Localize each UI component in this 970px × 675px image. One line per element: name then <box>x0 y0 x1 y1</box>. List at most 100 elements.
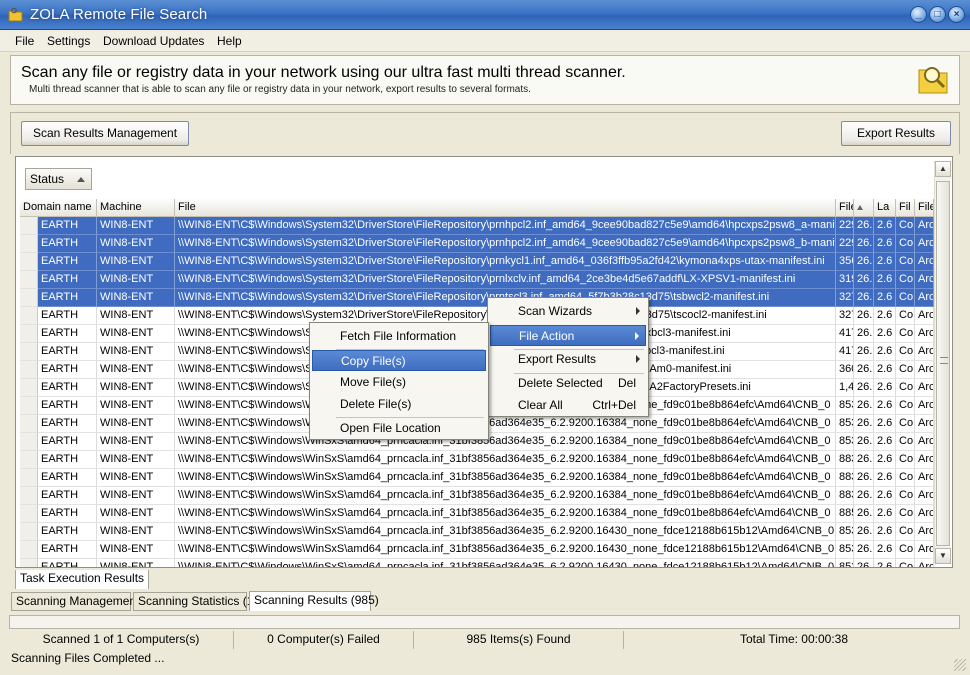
cell-domain: EARTH <box>38 289 97 307</box>
group-by-status-button[interactable]: Status <box>25 168 92 190</box>
cell-last: 2.6 <box>874 541 896 559</box>
cell-fil: Co <box>896 559 915 567</box>
cell-domain: EARTH <box>38 487 97 505</box>
menu-file[interactable]: File <box>15 34 34 48</box>
cell-file: \\WIN8-ENT\C$\Windows\System32\DriverSto… <box>175 271 836 289</box>
close-button[interactable]: × <box>948 6 965 23</box>
export-results-button[interactable]: Export Results <box>841 121 951 146</box>
cell-machine: WIN8-ENT <box>97 289 175 307</box>
row-indicator[interactable] <box>20 343 38 361</box>
scroll-up-icon[interactable]: ▲ <box>935 161 951 177</box>
row-indicator[interactable] <box>20 541 38 559</box>
resize-grip-icon[interactable] <box>954 659 966 671</box>
row-indicator[interactable] <box>20 415 38 433</box>
menu-item-copy-files[interactable]: Copy File(s) <box>312 350 486 371</box>
row-indicator[interactable] <box>20 253 38 271</box>
column-header-file[interactable]: File <box>175 199 836 217</box>
table-row[interactable]: EARTHWIN8-ENT\\WIN8-ENT\C$\Windows\WinSx… <box>20 523 934 541</box>
cell-last: 2.6 <box>874 307 896 325</box>
row-indicator[interactable] <box>20 469 38 487</box>
row-indicator[interactable] <box>20 235 38 253</box>
cell-domain: EARTH <box>38 379 97 397</box>
cell-last: 2.6 <box>874 253 896 271</box>
table-row[interactable]: EARTHWIN8-ENT\\WIN8-ENT\C$\Windows\WinSx… <box>20 541 934 559</box>
menu-item-delete-selected[interactable]: Delete Selected Del <box>490 373 646 394</box>
cell-domain: EARTH <box>38 559 97 567</box>
table-row[interactable]: EARTHWIN8-ENT\\WIN8-ENT\C$\Windows\Syste… <box>20 235 934 253</box>
maximize-button[interactable]: □ <box>929 6 946 23</box>
column-header-file-attr[interactable]: File <box>915 199 934 217</box>
vertical-scrollbar[interactable]: ▲ ▼ <box>934 161 951 564</box>
minimize-button[interactable]: _ <box>910 6 927 23</box>
cell-fil: Co <box>896 523 915 541</box>
scan-results-management-button[interactable]: Scan Results Management <box>21 121 189 146</box>
cell-machine: WIN8-ENT <box>97 487 175 505</box>
cell-last: 2.6 <box>874 343 896 361</box>
row-indicator[interactable] <box>20 523 38 541</box>
cell-size: 853 <box>836 415 854 433</box>
row-indicator[interactable] <box>20 451 38 469</box>
cell-created: 26. <box>854 271 874 289</box>
column-header-last[interactable]: La <box>874 199 896 217</box>
row-indicator[interactable] <box>20 217 38 235</box>
scroll-thumb[interactable] <box>936 181 950 546</box>
menu-help[interactable]: Help <box>217 34 242 48</box>
table-row[interactable]: EARTHWIN8-ENT\\WIN8-ENT\C$\Windows\Syste… <box>20 271 934 289</box>
column-header-file-size[interactable]: File <box>836 199 854 217</box>
row-indicator[interactable] <box>20 361 38 379</box>
tab-scanning-statistics[interactable]: Scanning Statistics (1) <box>133 592 257 611</box>
row-indicator[interactable] <box>20 271 38 289</box>
menu-item-delete-files[interactable]: Delete File(s) <box>312 394 486 415</box>
table-row[interactable]: EARTHWIN8-ENT\\WIN8-ENT\C$\Windows\WinSx… <box>20 451 934 469</box>
cell-attr: Arc <box>915 343 934 361</box>
table-row[interactable]: EARTHWIN8-ENT\\WIN8-ENT\C$\Windows\Syste… <box>20 253 934 271</box>
column-header-domain-name[interactable]: Domain name <box>20 199 97 217</box>
context-menu: Scan Wizards File Action Export Results … <box>487 297 649 417</box>
table-row[interactable]: EARTHWIN8-ENT\\WIN8-ENT\C$\Windows\WinSx… <box>20 487 934 505</box>
menu-item-export-results[interactable]: Export Results <box>490 349 646 370</box>
tab-task-execution-results[interactable]: Task Execution Results <box>15 570 150 589</box>
menu-item-clear-all[interactable]: Clear All Ctrl+Del <box>490 395 646 416</box>
cell-size: 883 <box>836 469 854 487</box>
column-header-fil[interactable]: Fil <box>896 199 915 217</box>
row-indicator[interactable] <box>20 379 38 397</box>
cell-last: 2.6 <box>874 289 896 307</box>
menu-item-file-action[interactable]: File Action <box>490 325 646 346</box>
row-indicator[interactable] <box>20 505 38 523</box>
table-row[interactable]: EARTHWIN8-ENT\\WIN8-ENT\C$\Windows\WinSx… <box>20 505 934 523</box>
menu-item-move-files[interactable]: Move File(s) <box>312 372 486 393</box>
row-indicator[interactable] <box>20 433 38 451</box>
tab-scanning-results[interactable]: Scanning Results (985) <box>249 591 379 611</box>
cell-size: 417 <box>836 343 854 361</box>
menu-item-fetch-file-information[interactable]: Fetch File Information <box>312 326 486 347</box>
cell-created: 26. <box>854 487 874 505</box>
cell-size: 1,4 <box>836 379 854 397</box>
menu-item-open-file-location[interactable]: Open File Location <box>312 418 486 439</box>
cell-machine: WIN8-ENT <box>97 253 175 271</box>
cell-fil: Co <box>896 433 915 451</box>
cell-size: 327 <box>836 289 854 307</box>
scroll-down-icon[interactable]: ▼ <box>935 548 951 564</box>
cell-size: 360 <box>836 361 854 379</box>
row-indicator[interactable] <box>20 289 38 307</box>
row-indicator[interactable] <box>20 559 38 567</box>
table-row[interactable]: EARTHWIN8-ENT\\WIN8-ENT\C$\Windows\WinSx… <box>20 469 934 487</box>
cell-created: 26. <box>854 217 874 235</box>
cell-attr: Arc <box>915 397 934 415</box>
cell-last: 2.6 <box>874 415 896 433</box>
row-indicator[interactable] <box>20 397 38 415</box>
table-row[interactable]: EARTHWIN8-ENT\\WIN8-ENT\C$\Windows\WinSx… <box>20 559 934 567</box>
sort-up-icon <box>857 205 863 210</box>
menu-settings[interactable]: Settings <box>47 34 90 48</box>
column-header-machine[interactable]: Machine <box>97 199 175 217</box>
menu-item-scan-wizards[interactable]: Scan Wizards <box>490 301 646 322</box>
tab-scanning-management[interactable]: Scanning Management <box>11 592 139 611</box>
row-indicator[interactable] <box>20 487 38 505</box>
table-row[interactable]: EARTHWIN8-ENT\\WIN8-ENT\C$\Windows\Syste… <box>20 289 934 307</box>
menu-download-updates[interactable]: Download Updates <box>103 34 204 48</box>
column-header-sort[interactable] <box>854 199 874 217</box>
cell-attr: Arc <box>915 487 934 505</box>
row-indicator[interactable] <box>20 307 38 325</box>
table-row[interactable]: EARTHWIN8-ENT\\WIN8-ENT\C$\Windows\Syste… <box>20 217 934 235</box>
row-indicator[interactable] <box>20 325 38 343</box>
